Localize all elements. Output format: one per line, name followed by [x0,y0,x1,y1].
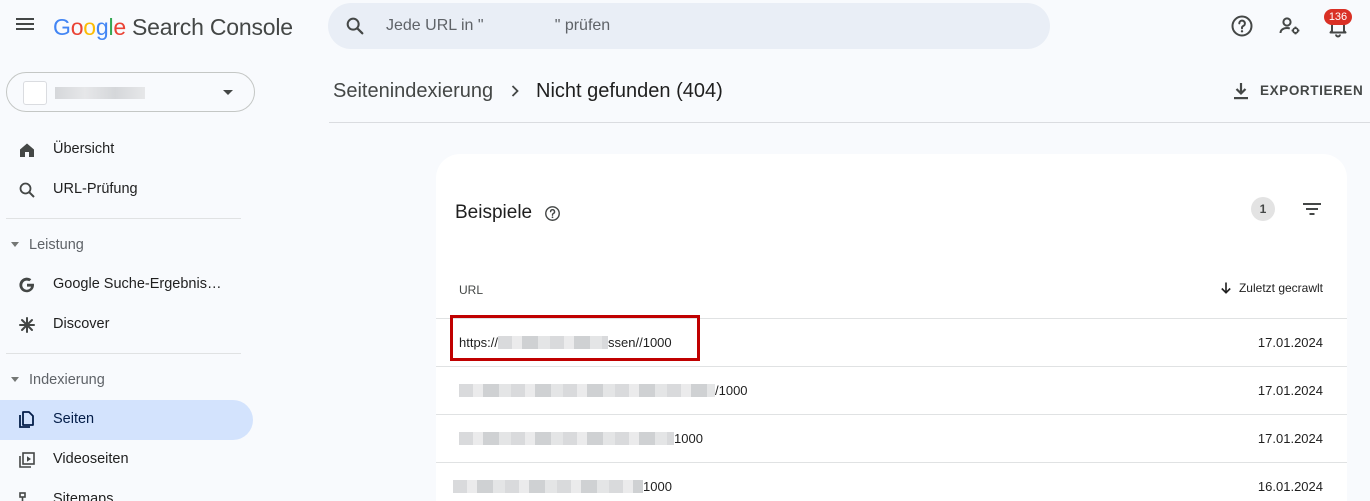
date-cell: 16.01.2024 [1257,479,1323,494]
caret-down-icon [11,242,19,247]
sidebar-item-video-pages[interactable]: Videoseiten [0,440,253,480]
redacted-text [459,384,715,397]
sidebar-section-performance[interactable]: Leistung [0,233,253,257]
column-header-label: Zuletzt gecrawlt [1238,281,1323,295]
sidebar-item-label: Videoseiten [53,451,129,467]
manage-users-icon[interactable] [1278,14,1302,38]
export-button[interactable]: EXPORTIEREN [1226,78,1364,104]
logo-letter: G [53,14,71,40]
sidebar-item-label: Discover [53,316,110,332]
chevron-down-icon [223,90,233,95]
logo-letter: g [95,14,109,40]
sidebar-divider [6,353,241,354]
search-icon [19,182,35,198]
url-suffix: 1000 [674,431,703,446]
url-suffix: /1000 [715,383,748,398]
section-label: Leistung [29,237,84,253]
caret-down-icon [11,377,19,382]
pages-icon [19,411,34,428]
sidebar-item-sitemaps[interactable]: Sitemaps [0,480,253,501]
sidebar-item-label: Google Suche-Ergebnis… [53,276,222,292]
menu-icon[interactable] [14,15,36,37]
redacted-text [453,480,643,493]
sidebar-item-search-results[interactable]: Google Suche-Ergebnis… [0,265,253,305]
download-icon [1234,83,1248,100]
sidebar-item-label: Übersicht [53,141,115,157]
property-favicon [23,81,47,105]
logo-letter: o [83,14,96,40]
property-name [55,87,145,99]
video-pages-icon [19,452,35,468]
redacted-property [818,19,888,33]
google-g-icon [19,277,34,293]
chevron-right-icon [511,85,519,97]
help-icon[interactable] [1230,14,1254,38]
home-icon [20,143,34,157]
redacted-text [459,432,674,445]
sidebar-item-discover[interactable]: Discover [0,305,253,345]
sidebar-divider [6,218,241,219]
header-divider [329,122,1370,123]
breadcrumb-parent[interactable]: Seitenindexierung [333,80,493,103]
sidebar-section-indexing[interactable]: Indexierung [0,368,253,392]
sidebar-item-label: URL-Prüfung [53,181,138,197]
url-inspection-search[interactable] [328,3,1050,49]
date-cell: 17.01.2024 [1257,431,1323,446]
table-row[interactable]: /1000 17.01.2024 [436,366,1347,414]
export-label: EXPORTIEREN [1260,83,1364,98]
url-cell[interactable]: /1000 [459,383,748,398]
date-cell: 17.01.2024 [1257,383,1323,398]
url-suffix: 1000 [643,479,672,494]
filter-count-badge: 1 [1251,197,1275,221]
sidebar-item-label: Seiten [53,411,95,427]
sidebar-item-pages[interactable]: Seiten [0,400,253,440]
filter-icon[interactable] [1300,197,1324,221]
logo[interactable]: Google Search Console [53,14,293,41]
page-title: Nicht gefunden (404) [536,80,723,102]
property-selector[interactable] [6,72,255,112]
sidebar-item-label: Sitemaps [53,491,114,501]
search-input[interactable] [386,3,1026,49]
search-icon [346,17,364,35]
sitemap-icon [19,492,26,501]
logo-letter: e [113,14,126,40]
arrow-down-icon [1221,282,1231,294]
url-cell[interactable]: 1000 [459,431,703,446]
asterisk-icon [19,317,35,333]
url-cell[interactable]: 1000 [453,479,672,494]
product-name: Search Console [132,14,293,40]
highlight-box [450,315,700,361]
card-title: Beispiele [455,202,533,223]
section-label: Indexierung [29,372,105,388]
top-bar: GoogleSearch Console 136 [0,0,1370,52]
help-icon[interactable] [544,205,561,222]
date-cell: 17.01.2024 [1257,335,1323,350]
column-header-last-crawled[interactable]: Zuletzt gecrawlt [1219,281,1323,295]
notification-badge: 136 [1324,9,1352,25]
logo-letter: o [70,14,84,40]
column-header-url[interactable]: URL [459,283,483,297]
table-row[interactable]: 1000 17.01.2024 [436,414,1347,462]
table-row[interactable]: 1000 16.01.2024 [436,462,1347,501]
sidebar-item-overview[interactable]: Übersicht [0,130,253,170]
sidebar-item-url-inspection[interactable]: URL-Prüfung [0,170,253,210]
